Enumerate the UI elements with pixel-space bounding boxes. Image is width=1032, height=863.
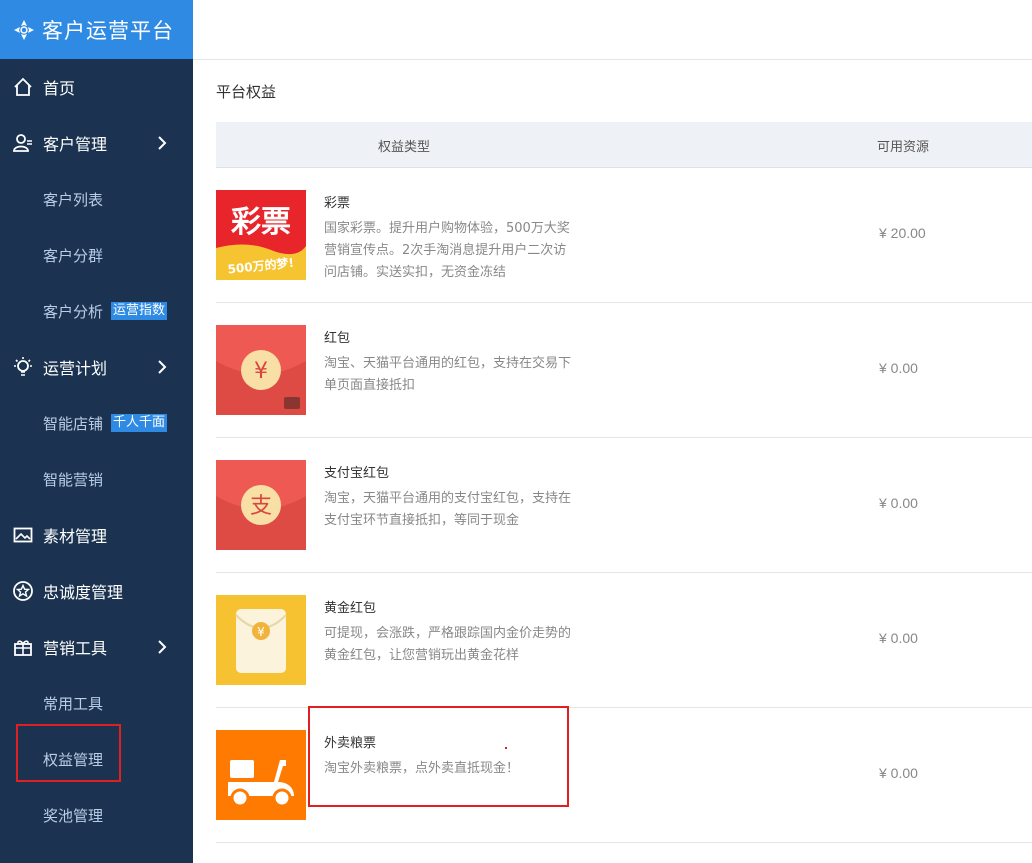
sidebar-item-label: 客户列表 <box>43 190 104 209</box>
sidebar-item-customer-list[interactable]: 客户列表 <box>0 171 193 227</box>
available-resource: ¥ 20.00 <box>879 225 926 241</box>
top-bar <box>193 0 1032 60</box>
available-resource: ¥ 0.00 <box>879 360 918 376</box>
table-row[interactable]: 彩票 500万的梦! 彩票 国家彩票。提升用户购物体验，500万大奖营销宣传点。… <box>216 168 1032 303</box>
benefit-name: 外卖粮票 <box>324 736 377 751</box>
image-icon <box>12 524 34 546</box>
sidebar-nav: 首页 客户管理 客户列表 客户分群 客户分析 运营指数 运营计划 智能店铺 千人… <box>0 59 193 843</box>
svg-text:彩票: 彩票 <box>231 205 291 240</box>
star-circle-icon <box>12 580 34 602</box>
page-title: 平台权益 <box>216 83 277 101</box>
table-row[interactable]: 外卖粮票 淘宝外卖粮票，点外卖直抵现金！ ¥ 0.00 <box>216 708 1032 843</box>
sidebar-item-customer-analysis[interactable]: 客户分析 运营指数 <box>0 283 193 339</box>
chevron-right-icon <box>158 136 167 150</box>
svg-text:支: 支 <box>250 494 272 519</box>
sidebar-item-smart-marketing[interactable]: 智能营销 <box>0 451 193 507</box>
sidebar-item-label: 奖池管理 <box>43 806 104 825</box>
benefit-name: 红包 <box>324 331 351 346</box>
table-row[interactable]: 支 支付宝红包 淘宝，天猫平台通用的支付宝红包，支持在支付宝环节直接抵扣，等同于… <box>216 438 1032 573</box>
sidebar-item-label: 客户管理 <box>43 135 108 154</box>
red-envelope-image: ¥ <box>216 325 306 415</box>
gold-envelope-image: ¥ <box>216 595 306 685</box>
sidebar-item-home[interactable]: 首页 <box>0 59 193 115</box>
sidebar-item-benefits-management[interactable]: 权益管理 <box>0 731 193 787</box>
column-header-resource: 可用资源 <box>877 140 930 155</box>
sidebar-item-customer-management[interactable]: 客户管理 <box>0 115 193 171</box>
sidebar-item-loyalty-management[interactable]: 忠诚度管理 <box>0 563 193 619</box>
scooter-image <box>216 730 306 820</box>
benefit-description: 国家彩票。提升用户购物体验，500万大奖营销宣传点。2次手淘消息提升用户二次访问… <box>324 221 570 280</box>
sidebar-item-label: 素材管理 <box>43 527 108 546</box>
benefit-name: 支付宝红包 <box>324 466 390 481</box>
sidebar-item-prize-pool-management[interactable]: 奖池管理 <box>0 787 193 843</box>
sidebar-item-label: 运营计划 <box>43 359 108 378</box>
chevron-right-icon <box>158 640 167 654</box>
benefit-description: 淘宝、天猫平台通用的红包，支持在交易下单页面直接抵扣 <box>324 356 572 393</box>
sidebar-item-customer-groups[interactable]: 客户分群 <box>0 227 193 283</box>
benefits-table: 权益类型 可用资源 彩票 500万的梦! 彩票 国家彩票。提升用户购物体验，50… <box>216 122 1032 843</box>
sidebar-item-smart-store[interactable]: 智能店铺 千人千面 <box>0 395 193 451</box>
available-resource: ¥ 0.00 <box>879 495 918 511</box>
sidebar-item-label: 首页 <box>43 79 76 98</box>
benefit-name: 黄金红包 <box>324 601 377 616</box>
sidebar-item-label: 营销工具 <box>43 639 108 658</box>
available-resource: ¥ 0.00 <box>879 765 918 781</box>
brand-title: 客户运营平台 <box>42 18 174 43</box>
operations-index-badge: 运营指数 <box>111 302 168 320</box>
sidebar-item-operation-plan[interactable]: 运营计划 <box>0 339 193 395</box>
benefit-name: 彩票 <box>324 196 351 211</box>
platform-logo-icon <box>14 19 34 40</box>
table-row[interactable]: ¥ 红包 淘宝、天猫平台通用的红包，支持在交易下单页面直接抵扣 ¥ 0.00 <box>216 303 1032 438</box>
brand-header[interactable]: 客户运营平台 <box>0 0 193 59</box>
lottery-image: 彩票 500万的梦! <box>216 190 306 280</box>
home-icon <box>12 76 34 98</box>
customers-icon <box>12 132 34 154</box>
gift-icon <box>12 636 34 658</box>
benefit-description: 可提现，会涨跌，严格跟踪国内金价走势的黄金红包，让您营销玩出黄金花样 <box>324 626 572 663</box>
table-header: 权益类型 可用资源 <box>216 122 1032 168</box>
sidebar-item-label: 常用工具 <box>43 694 104 713</box>
benefit-description: 淘宝，天猫平台通用的支付宝红包，支持在支付宝环节直接抵扣，等同于现金 <box>324 491 572 528</box>
sidebar-item-common-tools[interactable]: 常用工具 <box>0 675 193 731</box>
sidebar-item-label: 忠诚度管理 <box>43 583 124 602</box>
chevron-right-icon <box>158 360 167 374</box>
column-header-type: 权益类型 <box>378 140 431 155</box>
svg-text:¥: ¥ <box>257 625 265 639</box>
sidebar-item-material-management[interactable]: 素材管理 <box>0 507 193 563</box>
annotation-dot <box>505 747 507 749</box>
sidebar-item-label: 权益管理 <box>43 750 104 769</box>
bulb-icon <box>12 356 34 378</box>
alipay-envelope-image: 支 <box>216 460 306 550</box>
sidebar-item-label: 智能营销 <box>43 470 104 489</box>
sidebar-item-label: 智能店铺 <box>43 414 104 433</box>
benefit-description: 淘宝外卖粮票，点外卖直抵现金！ <box>324 761 520 776</box>
sidebar: 客户运营平台 首页 客户管理 客户列表 客户分群 客户分析 运营指数 运营计划 … <box>0 0 193 863</box>
personalization-badge: 千人千面 <box>111 414 168 432</box>
sidebar-item-label: 客户分群 <box>43 246 104 265</box>
sidebar-item-label: 客户分析 <box>43 302 104 321</box>
main-content: 平台权益 权益类型 可用资源 彩票 500万的梦! 彩票 国家彩票。提升用户购物… <box>193 60 1032 863</box>
svg-text:¥: ¥ <box>254 359 268 384</box>
available-resource: ¥ 0.00 <box>879 630 918 646</box>
table-row[interactable]: ¥ 黄金红包 可提现，会涨跌，严格跟踪国内金价走势的黄金红包，让您营销玩出黄金花… <box>216 573 1032 708</box>
sidebar-item-marketing-tools[interactable]: 营销工具 <box>0 619 193 675</box>
